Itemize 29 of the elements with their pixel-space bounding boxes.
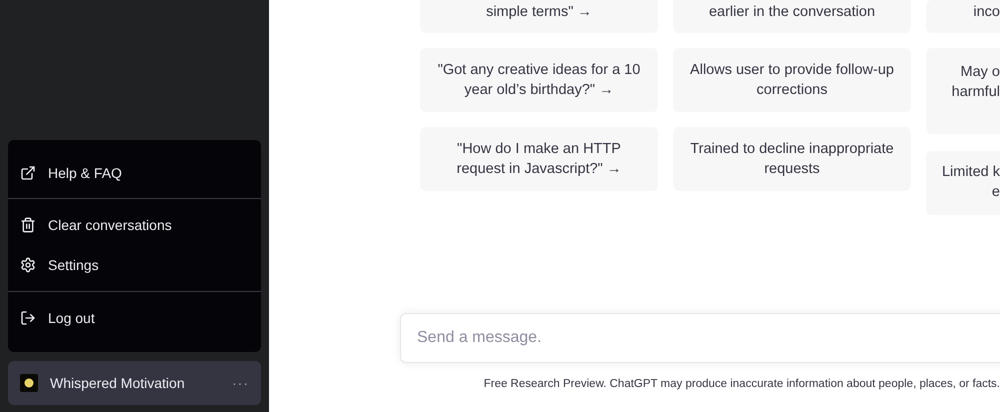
menu-item-label: Help & FAQ bbox=[48, 165, 122, 181]
sun-icon bbox=[24, 378, 34, 388]
card-text: May o bbox=[960, 63, 1000, 82]
logout-icon bbox=[20, 310, 36, 326]
menu-item[interactable]: Settings bbox=[8, 245, 261, 285]
example-card[interactable]: "How do I make an HTTP request in Javascript?" → bbox=[420, 127, 658, 191]
external-link-icon bbox=[20, 165, 36, 181]
card-text: harmful bbox=[952, 83, 1000, 102]
card-text: e bbox=[992, 183, 1000, 202]
message-input[interactable]: Send a message. bbox=[400, 313, 1000, 363]
menu-item[interactable]: Log out bbox=[8, 298, 261, 338]
menu-item-label: Clear conversations bbox=[48, 217, 172, 233]
menu-item[interactable]: Help & FAQ bbox=[8, 154, 261, 192]
user-button[interactable]: Whispered Motivation ··· bbox=[8, 361, 261, 405]
user-name: Whispered Motivation bbox=[50, 375, 185, 391]
menu-item[interactable]: Clear conversations bbox=[8, 205, 261, 245]
disclaimer-text: Free Research Preview. ChatGPT may produce inaccurate information about people, places, or facts. bbox=[482, 378, 1000, 390]
menu-item-label: Log out bbox=[48, 310, 95, 326]
card-text: Limited k bbox=[942, 163, 1000, 182]
example-card[interactable]: simple terms" → bbox=[420, 0, 658, 33]
settings-icon bbox=[20, 257, 36, 273]
example-card: Allows user to provide follow-up corrections bbox=[673, 48, 911, 112]
trash-icon bbox=[20, 217, 36, 233]
card-text: inco bbox=[973, 3, 1000, 22]
menu-item-label: Settings bbox=[48, 257, 99, 273]
example-card: Trained to decline inappropriate requests bbox=[673, 127, 911, 191]
example-card: earlier in the conversation bbox=[673, 0, 911, 33]
example-card[interactable]: "Got any creative ideas for a 10 year old’s birthday?" → bbox=[420, 48, 658, 112]
more-button[interactable]: ··· bbox=[232, 375, 249, 391]
